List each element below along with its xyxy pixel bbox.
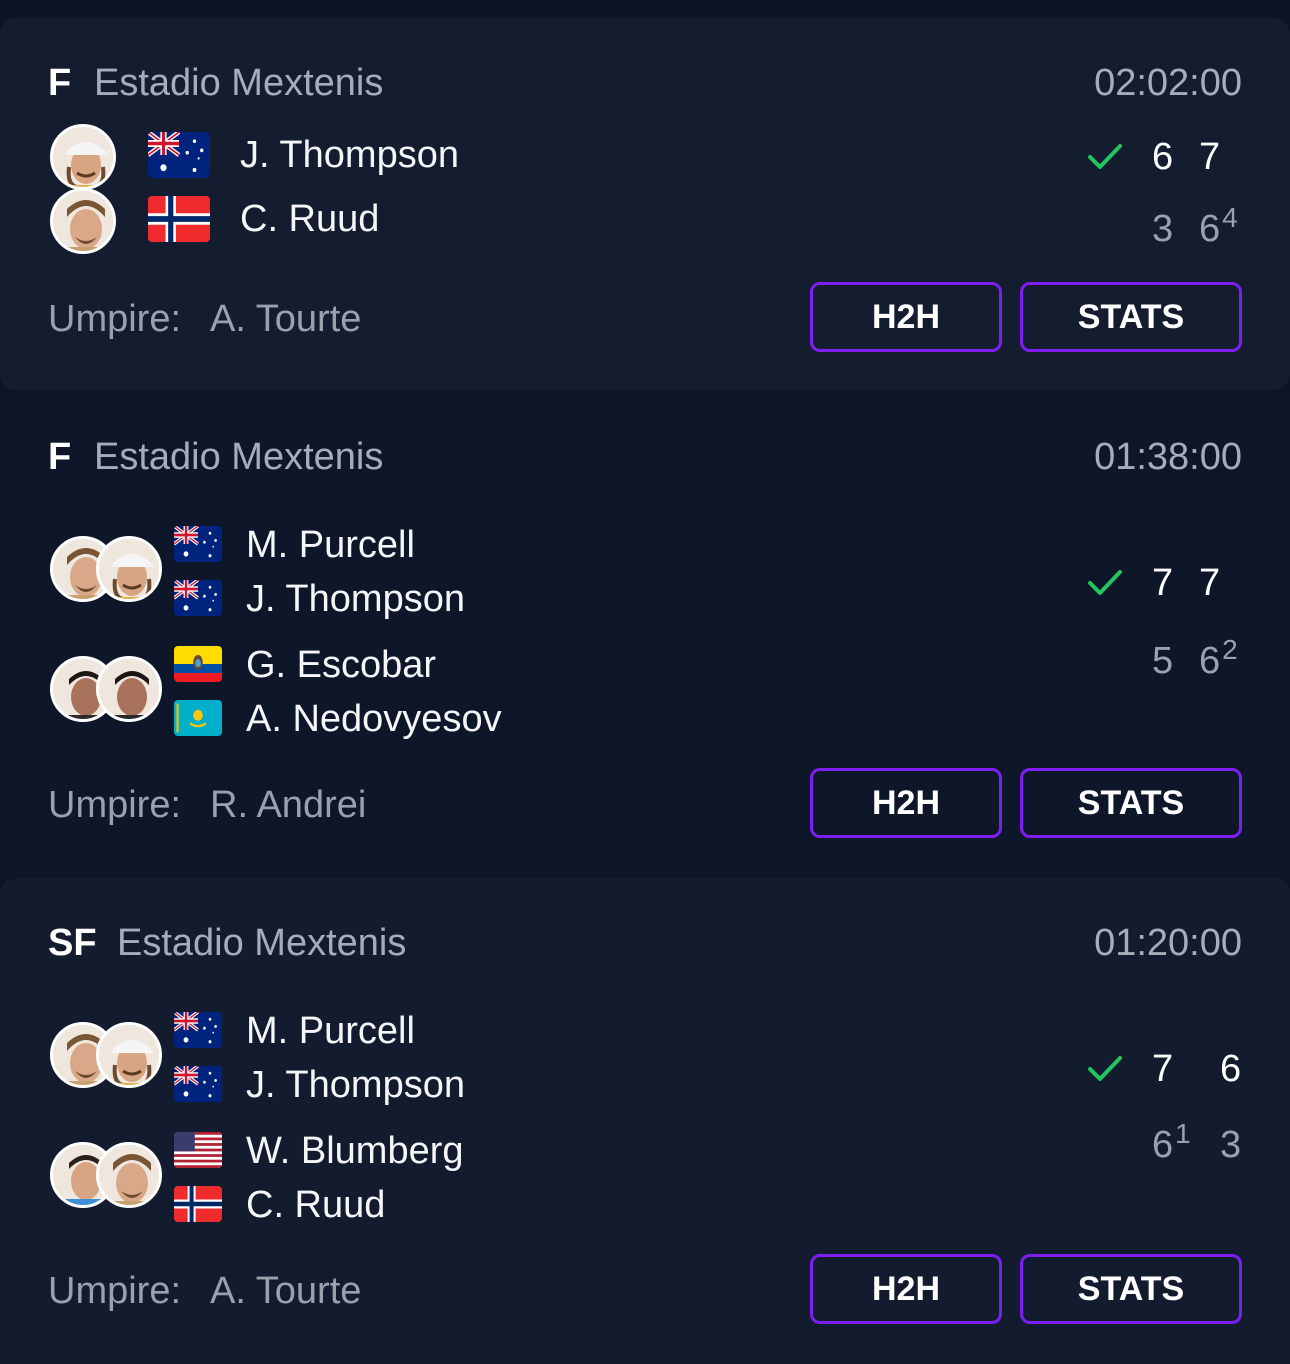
flag-australia-icon [174, 526, 222, 562]
set-score: 7 [1152, 1048, 1174, 1090]
flag-ecuador-icon [174, 646, 222, 682]
player-avatar [96, 1022, 162, 1088]
h2h-button[interactable]: H2H [810, 1254, 1002, 1324]
match-duration: 01:20:00 [1094, 922, 1242, 964]
player-name: J. Thompson [246, 1064, 465, 1106]
set-score: 61 [1152, 1118, 1191, 1167]
set-score: 3 [1220, 1124, 1242, 1166]
match-duration: 01:38:00 [1094, 436, 1242, 478]
flag-norway-icon [148, 196, 210, 242]
umpire-label: Umpire: [48, 1270, 182, 1312]
set-score: 64 [1199, 202, 1238, 251]
h2h-button[interactable]: H2H [810, 282, 1002, 352]
flag-australia-icon [148, 132, 210, 178]
player-name: M. Purcell [246, 1010, 415, 1052]
player-name: A. Nedovyesov [246, 698, 502, 740]
player-name: W. Blumberg [246, 1130, 464, 1172]
venue-name: Estadio Mextenis [117, 922, 407, 964]
stats-button[interactable]: STATS [1020, 282, 1242, 352]
umpire-name: R. Andrei [210, 784, 367, 826]
set-score: 3 [1152, 208, 1174, 250]
tiebreak-score: 2 [1222, 634, 1238, 665]
winner-check-icon [1088, 570, 1122, 595]
umpire-name: A. Tourte [210, 1270, 362, 1312]
match-card[interactable]: F Estadio Mextenis 01:38:00 M. Purcell J… [0, 392, 1290, 878]
umpire-label: Umpire: [48, 298, 182, 340]
round-label: SF [48, 922, 97, 964]
flag-australia-icon [174, 580, 222, 616]
set-score: 5 [1152, 640, 1174, 682]
set-score: 7 [1199, 562, 1221, 604]
winner-check-icon [1088, 144, 1122, 169]
flag-usa-icon [174, 1132, 222, 1168]
player-avatar [96, 536, 162, 602]
set-score: 7 [1152, 562, 1174, 604]
player-name: J. Thompson [240, 134, 459, 176]
round-label: F [48, 436, 72, 478]
tiebreak-score: 1 [1175, 1118, 1191, 1149]
venue-name: Estadio Mextenis [94, 436, 384, 478]
player-name: G. Escobar [246, 644, 437, 686]
winner-check-icon [1088, 1056, 1122, 1081]
set-score-value: 6 [1199, 640, 1221, 682]
set-score: 7 [1199, 136, 1221, 178]
flag-norway-icon [174, 1186, 222, 1222]
umpire-label: Umpire: [48, 784, 182, 826]
tiebreak-score: 4 [1222, 202, 1238, 233]
player-name: J. Thompson [246, 578, 465, 620]
match-duration: 02:02:00 [1094, 62, 1242, 104]
match-card[interactable]: SF Estadio Mextenis 01:20:00 M. Purcell … [0, 878, 1290, 1364]
round-label: F [48, 62, 72, 104]
stats-button[interactable]: STATS [1020, 1254, 1242, 1324]
flag-kazakhstan-icon [174, 700, 222, 736]
player-name: C. Ruud [240, 198, 380, 240]
set-score: 62 [1199, 634, 1238, 683]
player-avatar [96, 1142, 162, 1208]
player-name: M. Purcell [246, 524, 415, 566]
player-avatar [50, 124, 116, 190]
set-score: 6 [1152, 136, 1174, 178]
match-card[interactable]: F Estadio Mextenis 02:02:00 J. Thompson … [0, 18, 1290, 390]
player-avatar [50, 188, 116, 254]
player-avatar [96, 656, 162, 722]
player-name: C. Ruud [246, 1184, 386, 1226]
flag-australia-icon [174, 1066, 222, 1102]
stats-button[interactable]: STATS [1020, 768, 1242, 838]
flag-australia-icon [174, 1012, 222, 1048]
h2h-button[interactable]: H2H [810, 768, 1002, 838]
umpire-name: A. Tourte [210, 298, 362, 340]
set-score-value: 6 [1199, 208, 1221, 250]
venue-name: Estadio Mextenis [94, 62, 384, 104]
set-score-value: 6 [1152, 1124, 1174, 1166]
set-score: 6 [1220, 1048, 1242, 1090]
